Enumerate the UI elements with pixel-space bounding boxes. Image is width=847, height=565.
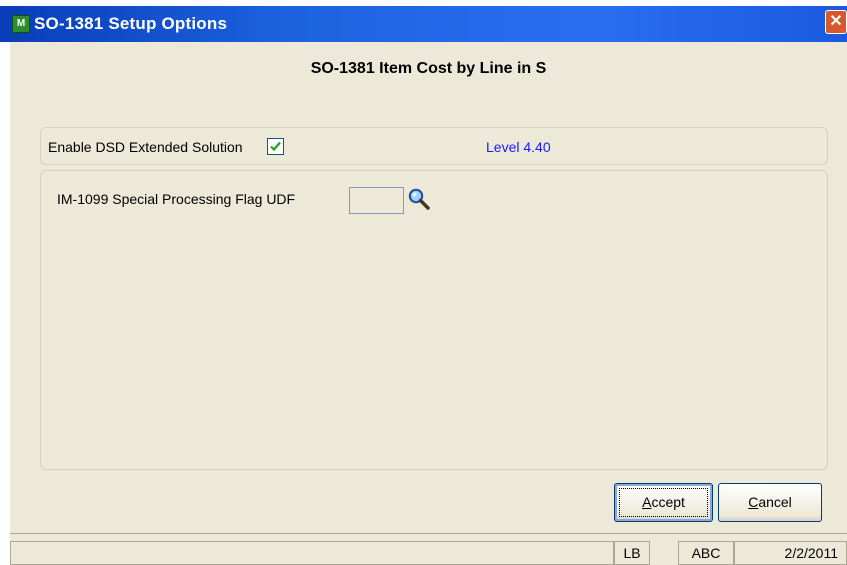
close-button[interactable]: ✕ (825, 10, 847, 34)
status-date: 2/2/2011 (734, 541, 847, 565)
enable-dsd-checkbox[interactable] (267, 138, 284, 155)
udf-label: IM-1099 Special Processing Flag UDF (57, 191, 296, 207)
level-text: Level 4.40 (486, 139, 551, 155)
close-icon: ✕ (829, 13, 843, 30)
accept-button[interactable]: Accept (614, 483, 713, 522)
cancel-button[interactable]: Cancel (718, 483, 822, 522)
check-icon (270, 141, 281, 152)
options-panel: IM-1099 Special Processing Flag UDF (40, 170, 828, 470)
status-user: LB (614, 541, 650, 565)
status-message (10, 541, 614, 565)
accept-label: Accept (642, 494, 685, 510)
window-title: SO-1381 Setup Options (34, 14, 228, 33)
status-bar: LB ABC 2/2/2011 (10, 533, 847, 565)
magnifier-icon[interactable] (407, 187, 431, 211)
window-frame (0, 42, 10, 565)
cancel-label: Cancel (748, 494, 792, 510)
title-bar[interactable]: M SO-1381 Setup Options ✕ (0, 6, 847, 42)
udf-field[interactable] (349, 187, 404, 214)
dialog-body: SO-1381 Item Cost by Line in S Enable DS… (10, 42, 847, 565)
status-company: ABC (678, 541, 734, 565)
enable-dsd-label: Enable DSD Extended Solution (48, 139, 243, 155)
page-heading: SO-1381 Item Cost by Line in S (310, 60, 547, 77)
enable-panel: Enable DSD Extended Solution Level 4.40 (40, 127, 828, 165)
app-icon: M (12, 15, 30, 33)
setup-options-window: M SO-1381 Setup Options ✕ SO-1381 Item C… (0, 0, 847, 565)
